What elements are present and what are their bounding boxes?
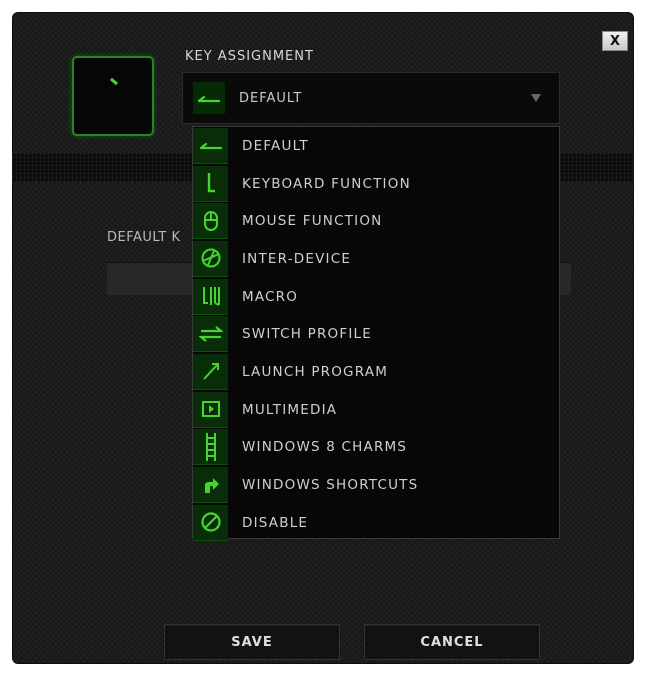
option-windows-8-charms[interactable]: WINDOWS 8 CHARMS: [193, 429, 559, 467]
switch-profile-icon: [193, 316, 228, 353]
option-label: MULTIMEDIA: [242, 401, 338, 418]
option-keyboard-function[interactable]: KEYBOARD FUNCTION: [193, 165, 559, 203]
arrow-left-icon: [193, 82, 225, 114]
chevron-down-icon[interactable]: [531, 94, 541, 102]
multimedia-icon: [193, 391, 228, 428]
option-windows-shortcuts[interactable]: WINDOWS SHORTCUTS: [193, 466, 559, 504]
option-inter-device[interactable]: INTER-DEVICE: [193, 240, 559, 278]
option-switch-profile[interactable]: SWITCH PROFILE: [193, 315, 559, 353]
keyboard-function-icon: [193, 165, 228, 202]
option-label: WINDOWS SHORTCUTS: [242, 477, 419, 494]
macro-icon: [193, 278, 228, 315]
option-default[interactable]: DEFAULT: [193, 127, 559, 165]
cancel-button[interactable]: CANCEL: [364, 624, 540, 660]
default-arrow-icon: [193, 127, 228, 164]
option-macro[interactable]: MACRO: [193, 278, 559, 316]
option-label: MACRO: [242, 288, 299, 305]
option-label: DISABLE: [242, 514, 309, 531]
inter-device-icon: [193, 240, 228, 277]
default-key-label: DEFAULT K: [107, 230, 181, 245]
assignment-dropdown: DEFAULT KEYBOARD FUNCTION MOUSE FUNCTION…: [192, 126, 560, 542]
option-label: LAUNCH PROGRAM: [242, 363, 389, 380]
disable-icon: [193, 504, 228, 541]
option-mouse-function[interactable]: MOUSE FUNCTION: [193, 202, 559, 240]
option-launch-program[interactable]: LAUNCH PROGRAM: [193, 353, 559, 391]
option-label: MOUSE FUNCTION: [242, 213, 383, 230]
option-label: KEYBOARD FUNCTION: [242, 175, 411, 192]
key-assignment-select[interactable]: DEFAULT: [182, 72, 560, 124]
option-disable[interactable]: DISABLE: [193, 504, 559, 542]
launch-program-icon: [193, 353, 228, 390]
windows-shortcuts-icon: [193, 467, 228, 504]
save-button[interactable]: SAVE: [164, 624, 340, 660]
key-indicator-icon: [109, 77, 119, 86]
selected-value: DEFAULT: [239, 90, 303, 106]
option-multimedia[interactable]: MULTIMEDIA: [193, 391, 559, 429]
mouse-icon: [193, 203, 228, 240]
windows-charms-icon: [193, 429, 228, 466]
key-assignment-title: KEY ASSIGNMENT: [185, 49, 314, 64]
option-label: WINDOWS 8 CHARMS: [242, 439, 408, 456]
option-label: SWITCH PROFILE: [242, 326, 372, 343]
option-label: INTER-DEVICE: [242, 250, 352, 267]
option-label: DEFAULT: [242, 137, 309, 154]
key-preview: [72, 56, 154, 136]
close-button[interactable]: X: [602, 31, 628, 51]
key-assignment-dialog: X KEY ASSIGNMENT DEFAULT K DEFAULT DEFAU…: [12, 12, 634, 664]
